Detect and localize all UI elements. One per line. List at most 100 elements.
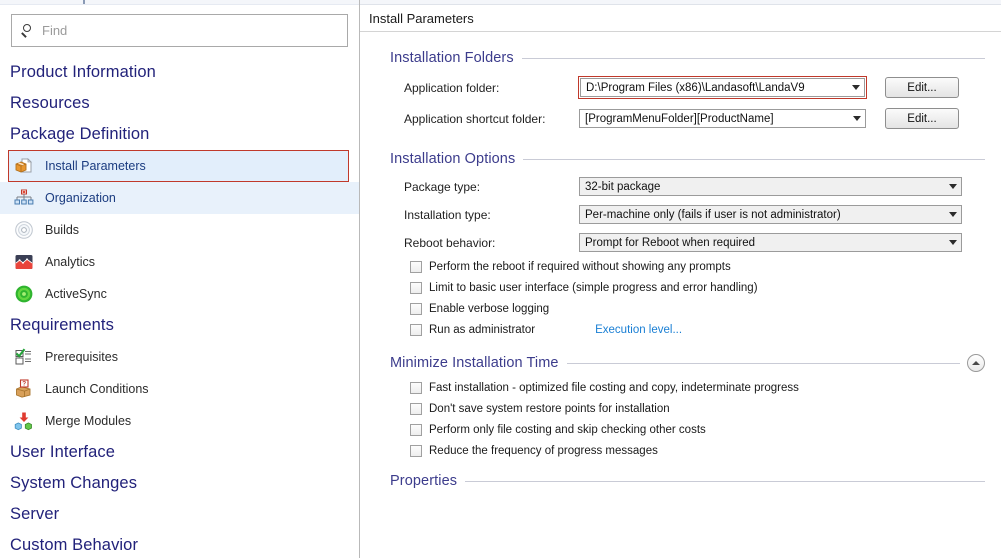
application-folder-value: D:\Program Files (x86)\Landasoft\LandaV9 bbox=[586, 81, 805, 94]
sidebar-item-prerequisites[interactable]: Prerequisites bbox=[0, 341, 359, 373]
reboot-behavior-value: Prompt for Reboot when required bbox=[585, 236, 756, 249]
sidebar-item-label: Analytics bbox=[45, 254, 96, 269]
sidebar-section-package-definition[interactable]: Package Definition bbox=[0, 119, 359, 150]
sidebar-item-label: Install Parameters bbox=[45, 158, 146, 173]
application-shortcut-folder-combo[interactable]: [ProgramMenuFolder][ProductName] bbox=[579, 109, 866, 128]
section-title: Installation Folders bbox=[390, 50, 514, 66]
perform-reboot-label: Perform the reboot if required without s… bbox=[429, 261, 731, 273]
sidebar-item-analytics[interactable]: Analytics bbox=[0, 246, 359, 278]
checkbox-row-reduce-progress-messages: Reduce the frequency of progress message… bbox=[390, 445, 985, 457]
section-minimize-installation-time: Minimize Installation Time Fast installa… bbox=[390, 354, 985, 457]
section-divider bbox=[465, 480, 985, 482]
reboot-behavior-label: Reboot behavior: bbox=[404, 235, 496, 250]
perform-reboot-checkbox[interactable] bbox=[410, 261, 422, 273]
sidebar-item-label: Organization bbox=[45, 190, 116, 205]
row-application-folder: Application folder: D:\Program Files (x8… bbox=[390, 76, 985, 99]
page-title-text: Install Parameters bbox=[369, 10, 474, 26]
checkbox-row-no-restore-points: Don't save system restore points for ins… bbox=[390, 403, 985, 415]
sidebar-section-product-information[interactable]: Product Information bbox=[0, 57, 359, 88]
limit-basic-ui-checkbox[interactable] bbox=[410, 282, 422, 294]
sidebar-section-custom-behavior[interactable]: Custom Behavior bbox=[0, 530, 359, 558]
sidebar-item-merge-modules[interactable]: Merge Modules bbox=[0, 405, 359, 437]
edit-application-folder-button[interactable]: Edit... bbox=[885, 77, 959, 98]
checklist-icon bbox=[14, 347, 34, 367]
search-box[interactable] bbox=[11, 14, 348, 47]
installation-type-label: Installation type: bbox=[404, 207, 491, 222]
no-restore-points-label: Don't save system restore points for ins… bbox=[429, 403, 670, 415]
activesync-icon bbox=[14, 284, 34, 304]
sidebar-section-requirements[interactable]: Requirements bbox=[0, 310, 359, 341]
fast-installation-checkbox[interactable] bbox=[410, 382, 422, 394]
splitter-tick bbox=[83, 0, 85, 4]
edit-application-shortcut-folder-button[interactable]: Edit... bbox=[885, 108, 959, 129]
file-costing-only-label: Perform only file costing and skip check… bbox=[429, 424, 706, 436]
sidebar-section-server[interactable]: Server bbox=[0, 499, 359, 530]
reboot-behavior-combo[interactable]: Prompt for Reboot when required bbox=[579, 233, 962, 252]
section-header: Installation Options bbox=[390, 151, 985, 167]
section-title: Properties bbox=[390, 473, 458, 489]
run-as-administrator-label: Run as administrator bbox=[429, 324, 536, 336]
chevron-down-icon[interactable] bbox=[949, 184, 957, 189]
no-restore-points-checkbox[interactable] bbox=[410, 403, 422, 415]
run-as-administrator-checkbox[interactable] bbox=[410, 324, 422, 336]
row-reboot-behavior: Reboot behavior: Prompt for Reboot when … bbox=[390, 233, 985, 252]
sidebar-item-launch-conditions[interactable]: ? Launch Conditions bbox=[0, 373, 359, 405]
sidebar-section-system-changes[interactable]: System Changes bbox=[0, 468, 359, 499]
sidebar-section-resources[interactable]: Resources bbox=[0, 88, 359, 119]
merge-modules-icon bbox=[14, 411, 34, 431]
chevron-down-icon[interactable] bbox=[853, 116, 861, 121]
sidebar-item-builds[interactable]: Builds bbox=[0, 214, 359, 246]
section-header: Installation Folders bbox=[390, 50, 985, 66]
application-folder-highlight: D:\Program Files (x86)\Landasoft\LandaV9 bbox=[578, 76, 867, 99]
execution-level-link[interactable]: Execution level... bbox=[595, 324, 682, 336]
row-package-type: Package type: 32-bit package bbox=[390, 177, 985, 196]
section-title: Minimize Installation Time bbox=[390, 355, 559, 371]
search-icon bbox=[20, 23, 36, 39]
section-installation-options: Installation Options Package type: 32-bi… bbox=[390, 151, 985, 336]
sidebar-top-strip bbox=[0, 0, 359, 5]
section-divider bbox=[566, 362, 960, 364]
package-type-combo[interactable]: 32-bit package bbox=[579, 177, 962, 196]
settings-form: Installation Folders Application folder:… bbox=[360, 32, 1001, 558]
sidebar-item-install-parameters[interactable]: Install Parameters bbox=[8, 149, 349, 182]
reduce-progress-messages-label: Reduce the frequency of progress message… bbox=[429, 445, 658, 457]
sidebar-item-label: ActiveSync bbox=[45, 286, 107, 301]
limit-basic-ui-label: Limit to basic user interface (simple pr… bbox=[429, 282, 758, 294]
installation-type-combo[interactable]: Per-machine only (fails if user is not a… bbox=[579, 205, 962, 224]
application-shortcut-folder-label: Application shortcut folder: bbox=[404, 111, 546, 126]
file-costing-only-checkbox[interactable] bbox=[410, 424, 422, 436]
reduce-progress-messages-checkbox[interactable] bbox=[410, 445, 422, 457]
application-window: Product Information Resources Package De… bbox=[0, 0, 1001, 558]
verbose-logging-label: Enable verbose logging bbox=[429, 303, 550, 315]
disc-icon bbox=[14, 220, 34, 240]
checkbox-row-verbose-logging: Enable verbose logging bbox=[390, 303, 985, 315]
collapse-section-button[interactable] bbox=[967, 354, 985, 372]
svg-text:?: ? bbox=[22, 381, 26, 388]
section-installation-folders: Installation Folders Application folder:… bbox=[390, 50, 985, 129]
chevron-down-icon[interactable] bbox=[949, 240, 957, 245]
sidebar-item-label: Prerequisites bbox=[45, 349, 118, 364]
checkbox-row-run-as-administrator: Run as administrator Execution level... bbox=[390, 324, 985, 336]
section-divider bbox=[523, 158, 985, 160]
sidebar-section-user-interface[interactable]: User Interface bbox=[0, 437, 359, 468]
checkbox-row-file-costing-only: Perform only file costing and skip check… bbox=[390, 424, 985, 436]
section-header: Minimize Installation Time bbox=[390, 354, 985, 372]
analytics-chart-icon bbox=[14, 252, 34, 272]
sidebar-item-organization[interactable]: Organization bbox=[0, 181, 359, 214]
search-input[interactable] bbox=[42, 23, 339, 38]
chevron-down-icon[interactable] bbox=[949, 212, 957, 217]
application-shortcut-folder-value: [ProgramMenuFolder][ProductName] bbox=[585, 112, 774, 125]
chevron-down-icon[interactable] bbox=[852, 85, 860, 90]
section-title: Installation Options bbox=[390, 151, 516, 167]
question-box-icon: ? bbox=[14, 379, 34, 399]
page-title: Install Parameters bbox=[360, 5, 1001, 32]
section-header: Properties bbox=[390, 473, 985, 489]
verbose-logging-checkbox[interactable] bbox=[410, 303, 422, 315]
package-type-label: Package type: bbox=[404, 179, 481, 194]
sidebar-nav: Product Information Resources Package De… bbox=[0, 57, 359, 558]
application-folder-combo[interactable]: D:\Program Files (x86)\Landasoft\LandaV9 bbox=[580, 78, 865, 97]
sidebar-item-label: Merge Modules bbox=[45, 413, 132, 428]
sidebar-item-activesync[interactable]: ActiveSync bbox=[0, 278, 359, 310]
fast-installation-label: Fast installation - optimized file costi… bbox=[429, 382, 799, 394]
checkbox-row-limit-basic-ui: Limit to basic user interface (simple pr… bbox=[390, 282, 985, 294]
